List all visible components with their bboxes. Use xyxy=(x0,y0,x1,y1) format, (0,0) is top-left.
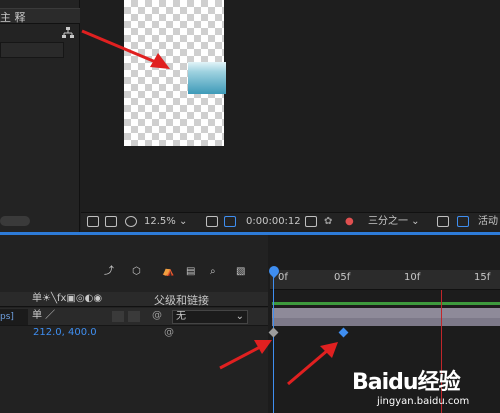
expression-pick-whip-icon[interactable]: @ xyxy=(164,327,174,338)
layer-name-field[interactable]: ps] xyxy=(0,309,28,325)
switch-icons-label: 单☀╲fx▣◎◐◉ xyxy=(32,293,103,304)
pick-whip-icon[interactable]: @ xyxy=(152,308,162,324)
color-icon[interactable]: ● xyxy=(345,214,354,230)
tick-label: 10f xyxy=(404,272,421,283)
work-area-bar[interactable] xyxy=(272,302,500,305)
monitor-icon[interactable] xyxy=(87,216,99,227)
draft-3d-icon[interactable]: ⌕ xyxy=(210,264,216,280)
parent-value: 无 xyxy=(176,311,186,322)
shy-icon[interactable]: ▧ xyxy=(236,264,245,280)
position-value[interactable]: 212.0, 400.0 xyxy=(33,327,97,338)
show-snapshot-icon[interactable]: ✿ xyxy=(324,214,332,230)
baidu-watermark-logo: Baidu经验 xyxy=(352,370,461,395)
annotation-column-label: 主 释 xyxy=(0,11,26,24)
flowchart-icon[interactable] xyxy=(62,27,74,39)
transparency-grid-icon[interactable] xyxy=(457,216,469,227)
parent-link-column-label: 父级和链接 xyxy=(154,294,209,307)
safe-zone-icon[interactable] xyxy=(224,216,236,227)
timeline-toolbar: ⤴ ⬡ ⛺ ▤ ⌕ ▧ xyxy=(0,260,268,284)
parent-dropdown[interactable]: 无 ⌄ xyxy=(172,310,248,324)
arrow-icon xyxy=(219,340,272,370)
motion-blur-icon[interactable]: ⛺ xyxy=(162,264,174,280)
arrow-icon xyxy=(81,29,170,69)
zoom-dropdown[interactable]: 12.5% ⌄ xyxy=(144,214,202,230)
grid-icon[interactable] xyxy=(206,216,218,227)
tick-label: 15f xyxy=(474,272,491,283)
resolution-value: 三分之一 xyxy=(368,216,408,227)
baidu-watermark-url: jingyan.baidu.com xyxy=(377,396,470,407)
resolution-dropdown[interactable]: 三分之一 ⌄ xyxy=(368,214,438,230)
switches-header: 单☀╲fx▣◎◐◉ xyxy=(0,292,268,307)
layer-bar-shade xyxy=(272,318,500,326)
viewer-toolbar: 12.5% ⌄ 0:00:00:12 ✿ ● 三分之一 ⌄ 活动 xyxy=(81,212,500,230)
blend-mode-box[interactable] xyxy=(112,311,124,322)
frame-blend-icon[interactable]: ▤ xyxy=(186,264,195,280)
3d-icon[interactable]: ⬡ xyxy=(132,264,141,280)
time-ruler[interactable] xyxy=(270,270,500,290)
current-time-field[interactable]: 0:00:00:12 xyxy=(246,214,301,230)
tick-label: 05f xyxy=(334,272,351,283)
tick-label: 0f xyxy=(278,272,288,283)
project-scrollbar[interactable] xyxy=(0,216,30,226)
preview-icon[interactable] xyxy=(105,216,117,227)
active-camera-dropdown[interactable]: 活动 xyxy=(478,214,498,230)
track-matte-box[interactable] xyxy=(128,311,140,322)
roi-icon[interactable] xyxy=(437,216,449,227)
zoom-value: 12.5% xyxy=(144,216,176,227)
layer-switches[interactable]: 单 ／ xyxy=(32,308,55,324)
graph-editor-icon[interactable]: ⤴ xyxy=(104,264,114,280)
arrow-icon xyxy=(287,342,338,386)
snapshot-icon[interactable] xyxy=(305,216,317,227)
layer-preview-image[interactable] xyxy=(188,62,226,94)
mask-icon[interactable] xyxy=(125,216,137,227)
project-search-field[interactable] xyxy=(0,42,64,58)
